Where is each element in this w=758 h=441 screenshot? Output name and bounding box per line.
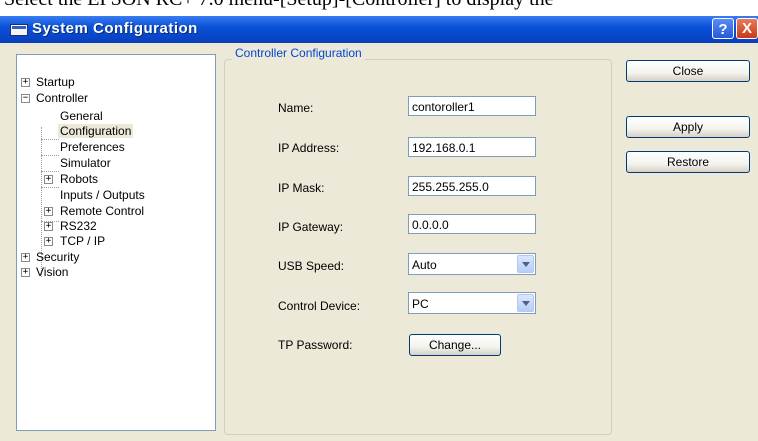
group-title: Controller Configuration xyxy=(232,46,365,60)
usb-speed-label: USB Speed: xyxy=(278,259,345,273)
ip-mask-field[interactable]: 255.255.255.0 xyxy=(408,176,536,196)
expand-icon[interactable]: + xyxy=(21,253,30,262)
caption-text: Select the EPSON RC+ 7.0 menu-[Setup]-[C… xyxy=(4,0,554,11)
expand-icon[interactable]: + xyxy=(21,268,30,277)
tree-item-label: Security xyxy=(36,250,80,264)
tree-item-preferences[interactable]: Preferences xyxy=(60,140,125,154)
tree-item-general[interactable]: General xyxy=(60,109,103,123)
chevron-down-icon[interactable] xyxy=(517,294,534,312)
close-button[interactable]: Close xyxy=(626,60,750,82)
tree-item-inputs-outputs[interactable]: Inputs / Outputs xyxy=(60,188,145,202)
chevron-down-icon[interactable] xyxy=(517,255,534,273)
settings-tree[interactable]: + Startup − Controller General Configura… xyxy=(16,54,216,431)
app-icon xyxy=(10,24,28,36)
window-close-button[interactable]: X xyxy=(736,18,758,39)
tree-item-label: Robots xyxy=(60,172,99,186)
tree-item-label: Remote Control xyxy=(60,204,145,218)
ip-gateway-label: IP Gateway: xyxy=(278,220,344,234)
restore-button[interactable]: Restore xyxy=(626,151,750,173)
tp-password-label: TP Password: xyxy=(278,338,353,352)
expand-icon[interactable]: + xyxy=(44,207,53,216)
tree-connector xyxy=(41,187,59,188)
tree-connector xyxy=(41,139,59,140)
expand-icon[interactable]: + xyxy=(44,237,53,246)
usb-speed-dropdown[interactable]: Auto xyxy=(408,253,536,275)
tree-item-label: Controller xyxy=(36,91,89,105)
tree-item-label: RS232 xyxy=(60,219,97,233)
control-device-value: PC xyxy=(412,297,429,311)
tree-connector xyxy=(41,171,59,172)
change-password-button[interactable]: Change... xyxy=(409,334,501,356)
tree-connector xyxy=(41,155,59,156)
system-configuration-window: System Configuration ? X + Startup − Con… xyxy=(0,16,758,441)
apply-button[interactable]: Apply xyxy=(626,116,750,138)
usb-speed-value: Auto xyxy=(412,258,437,272)
control-device-dropdown[interactable]: PC xyxy=(408,292,536,314)
tree-item-label: Vision xyxy=(36,265,69,279)
help-button[interactable]: ? xyxy=(712,18,734,39)
ip-address-field[interactable]: 192.168.0.1 xyxy=(408,137,536,157)
name-label: Name: xyxy=(278,101,314,115)
ip-mask-label: IP Mask: xyxy=(278,181,325,195)
tree-item-label: TCP / IP xyxy=(60,234,106,248)
expand-icon[interactable]: + xyxy=(21,78,30,87)
ip-address-label: IP Address: xyxy=(278,141,340,155)
title-bar[interactable]: System Configuration ? X xyxy=(0,16,758,43)
name-field[interactable]: contoroller1 xyxy=(408,96,536,116)
ip-gateway-field[interactable]: 0.0.0.0 xyxy=(408,214,536,234)
tree-item-configuration[interactable]: Configuration xyxy=(58,124,134,138)
tree-item-label: Startup xyxy=(36,75,75,89)
collapse-icon[interactable]: − xyxy=(21,94,30,103)
tree-item-simulator[interactable]: Simulator xyxy=(60,156,111,170)
expand-icon[interactable]: + xyxy=(44,175,53,184)
window-title: System Configuration xyxy=(32,20,198,37)
expand-icon[interactable]: + xyxy=(44,222,53,231)
control-device-label: Control Device: xyxy=(278,299,361,313)
